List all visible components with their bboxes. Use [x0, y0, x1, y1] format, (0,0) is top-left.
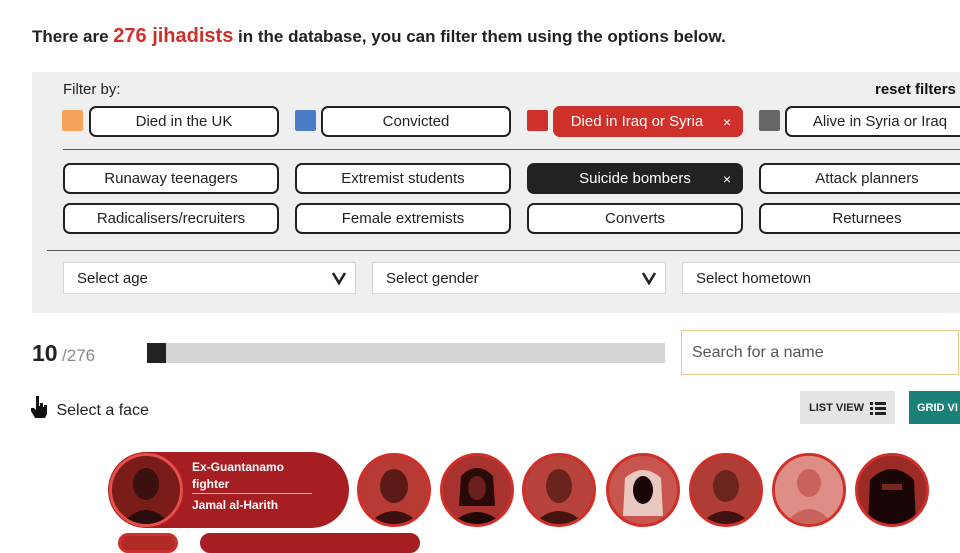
total-count: /276 — [62, 346, 96, 365]
filter-died-in-uk[interactable]: Died in the UK — [89, 106, 279, 137]
face-avatar[interactable] — [689, 453, 763, 527]
result-counter: 10 /276 — [32, 340, 95, 367]
person-photo-icon — [692, 456, 760, 524]
face-avatar-placeholder[interactable] — [772, 453, 846, 527]
pill-label: Female extremists — [341, 210, 465, 227]
pill-label: Convicted — [382, 113, 450, 130]
featured-profile-card[interactable]: Ex-Guantanamo fighter Jamal al-Harith — [108, 452, 349, 528]
search-name-input[interactable] — [681, 330, 959, 375]
face-avatar[interactable] — [855, 453, 929, 527]
headline: There are 276 jihadists in the database,… — [32, 25, 726, 48]
person-photo-icon — [525, 456, 593, 524]
filter-by-label: Filter by: — [63, 81, 121, 98]
list-view-label: LIST VIEW — [809, 401, 864, 414]
reset-filters-link[interactable]: reset filters — [875, 81, 956, 98]
pill-label: Runaway teenagers — [104, 170, 238, 187]
pill-label: Suicide bombers — [579, 170, 691, 187]
filter-convicted[interactable]: Convicted — [321, 106, 511, 137]
featured-category-label: Ex-Guantanamo fighter — [192, 460, 285, 491]
hometown-select-value: Select hometown — [696, 269, 812, 287]
filter-panel: Filter by: reset filters Died in the UK … — [32, 72, 960, 313]
chevron-down-icon — [331, 272, 347, 285]
status-swatch-alive-syria-iraq — [759, 110, 780, 131]
person-photo-icon — [609, 456, 677, 524]
select-face-hint: Select a face — [30, 395, 149, 420]
results-progress-bar — [147, 343, 665, 363]
shown-count: 10 — [32, 340, 58, 366]
pill-label: Converts — [604, 210, 666, 227]
hometown-select[interactable]: Select hometown — [682, 262, 960, 294]
close-icon[interactable]: × — [723, 114, 731, 130]
status-swatch-convicted — [295, 110, 316, 131]
filter-returnees[interactable]: Returnees — [759, 203, 960, 234]
jihadist-count: 276 jihadists — [113, 25, 234, 47]
filter-alive-in-syria-or-iraq[interactable]: Alive in Syria or Iraq — [785, 106, 960, 137]
pill-label: Alive in Syria or Iraq — [812, 113, 948, 130]
grid-view-label: GRID VI — [917, 401, 958, 414]
headline-suffix: in the database, you can filter them usi… — [233, 27, 726, 46]
face-avatar[interactable] — [440, 453, 514, 527]
chevron-down-icon — [641, 272, 657, 285]
close-icon[interactable]: × — [723, 171, 731, 187]
person-photo-icon — [112, 456, 180, 524]
filter-attack-planners[interactable]: Attack planners — [759, 163, 960, 194]
filter-divider — [63, 149, 960, 150]
filter-converts[interactable]: Converts — [527, 203, 743, 234]
person-photo-icon — [858, 456, 926, 524]
person-photo-icon — [443, 456, 511, 524]
gender-select-value: Select gender — [386, 269, 479, 287]
gender-select[interactable]: Select gender — [372, 262, 666, 294]
pill-label: Radicalisers/recruiters — [96, 210, 246, 227]
filter-female-extremists[interactable]: Female extremists — [295, 203, 511, 234]
pill-label: Extremist students — [341, 170, 465, 187]
face-avatar[interactable] — [118, 533, 178, 553]
pill-label: Returnees — [832, 210, 902, 227]
filter-radicalisers-recruiters[interactable]: Radicalisers/recruiters — [63, 203, 279, 234]
filter-runaway-teenagers[interactable]: Runaway teenagers — [63, 163, 279, 194]
person-photo-icon — [360, 456, 428, 524]
pill-label: Died in Iraq or Syria — [570, 113, 704, 130]
list-view-button[interactable]: LIST VIEW — [800, 391, 895, 424]
featured-avatar — [109, 453, 183, 527]
list-icon — [870, 401, 886, 415]
age-select-value: Select age — [77, 269, 148, 287]
filter-divider — [47, 250, 960, 251]
status-swatch-died-iraq-syria — [527, 110, 548, 131]
pill-label: Died in the UK — [135, 113, 233, 130]
person-silhouette-icon — [775, 456, 843, 524]
filter-extremist-students[interactable]: Extremist students — [295, 163, 511, 194]
featured-profile-card[interactable] — [200, 533, 420, 553]
grid-view-button[interactable]: GRID VI — [909, 391, 960, 424]
face-avatar[interactable] — [606, 453, 680, 527]
age-select[interactable]: Select age — [63, 262, 356, 294]
filter-died-in-iraq-or-syria[interactable]: Died in Iraq or Syria × — [553, 106, 743, 137]
results-progress-fill — [147, 343, 166, 363]
face-avatar[interactable] — [357, 453, 431, 527]
featured-name: Jamal al-Harith — [192, 498, 279, 512]
headline-prefix: There are — [32, 27, 114, 46]
face-avatar[interactable] — [522, 453, 596, 527]
status-swatch-died-uk — [62, 110, 83, 131]
select-face-label: Select a face — [56, 402, 149, 419]
hand-pointer-icon — [31, 396, 47, 418]
featured-divider — [192, 493, 312, 494]
pill-label: Attack planners — [815, 170, 919, 187]
filter-suicide-bombers[interactable]: Suicide bombers × — [527, 163, 743, 194]
